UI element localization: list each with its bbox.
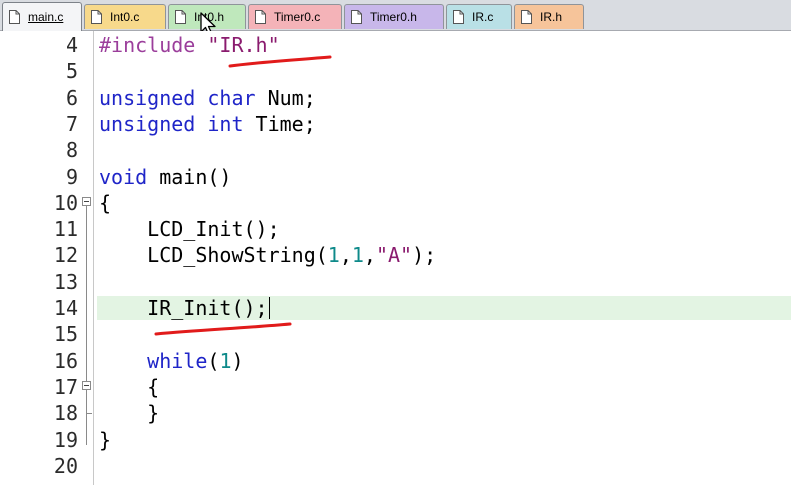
tab-label: main.c (28, 10, 64, 24)
tab-label: IR.h (540, 10, 563, 24)
tab-label: Int0.c (110, 10, 140, 24)
keyword: unsigned (99, 111, 196, 136)
line-number: 18 (53, 401, 78, 426)
line-number: 6 (65, 85, 78, 110)
fold-collapse-icon[interactable] (82, 380, 91, 390)
file-icon (351, 10, 362, 24)
tab-ir-c[interactable]: IR.c (446, 4, 512, 29)
code-text[interactable]: unsigned int Time; (99, 111, 316, 137)
code-text[interactable]: { (99, 374, 159, 400)
code-line[interactable]: 11 LCD_Init(); (0, 216, 791, 242)
tab-label: Timer0.h (370, 10, 417, 24)
line-number: 16 (53, 348, 78, 373)
code-text[interactable]: LCD_Init(); (99, 216, 279, 242)
file-icon (9, 10, 20, 24)
line-number: 5 (65, 59, 78, 84)
line-number: 12 (53, 243, 78, 268)
string-literal: "IR.h" (207, 33, 280, 57)
fold-collapse-icon[interactable] (82, 196, 91, 206)
code-line[interactable]: 16 while(1) (0, 348, 791, 374)
code-text[interactable]: IR_Init(); (99, 295, 270, 321)
code-line[interactable]: 17 { (0, 374, 791, 400)
file-tab-bar: main.c Int0.c Int0.h Timer0.c Timer0.h I… (0, 0, 791, 31)
code-line-current[interactable]: 14 IR_Init(); (0, 295, 791, 321)
code-text[interactable]: #include "IR.h" (99, 32, 280, 58)
string-literal: "A" (375, 243, 413, 268)
code-text[interactable]: } (99, 427, 111, 453)
code-text-content: IR_Init(); (99, 296, 268, 320)
tab-timer0-h[interactable]: Timer0.h (344, 4, 444, 29)
tab-main-c[interactable]: main.c (2, 2, 82, 31)
code-text[interactable]: void main() (99, 164, 231, 190)
line-number: 19 (53, 427, 78, 452)
code-text[interactable]: while(1) (99, 348, 243, 374)
code-line[interactable]: 5 (0, 58, 791, 84)
code-line[interactable]: 8 (0, 137, 791, 163)
number-literal: 1 (327, 243, 340, 268)
line-number: 4 (65, 33, 78, 57)
code-line[interactable]: 13 (0, 269, 791, 295)
line-number: 17 (53, 374, 78, 399)
line-number: 10 (53, 190, 78, 215)
preprocessor-directive: #include (99, 33, 196, 57)
code-text[interactable]: LCD_ShowString(1,1,"A"); (99, 242, 436, 268)
keyword: char (207, 85, 256, 110)
file-icon (255, 10, 266, 24)
keyword: unsigned (99, 85, 196, 110)
text-caret (268, 297, 270, 319)
fold-end-marker (86, 400, 92, 415)
file-icon (91, 10, 102, 24)
line-number: 13 (53, 269, 78, 294)
line-number: 9 (65, 164, 78, 189)
code-line[interactable]: 4 #include "IR.h" (0, 32, 791, 58)
code-line[interactable]: 6 unsigned char Num; (0, 85, 791, 111)
code-line[interactable]: 20 (0, 453, 791, 479)
tab-timer0-c[interactable]: Timer0.c (248, 4, 342, 29)
line-number: 11 (53, 217, 78, 242)
code-text[interactable]: } (99, 400, 159, 426)
code-line[interactable]: 15 (0, 321, 791, 347)
line-number: 15 (53, 322, 78, 347)
file-icon (521, 10, 532, 24)
line-number: 20 (53, 453, 78, 478)
number-literal: 1 (351, 243, 364, 268)
code-line[interactable]: 7 unsigned int Time; (0, 111, 791, 137)
code-line[interactable]: 12 LCD_ShowString(1,1,"A"); (0, 242, 791, 268)
code-text[interactable]: { (99, 190, 111, 216)
code-line[interactable]: 19 } (0, 427, 791, 453)
line-number: 8 (65, 138, 78, 163)
file-icon (175, 10, 186, 24)
code-text[interactable]: unsigned char Num; (99, 85, 316, 111)
file-icon (453, 10, 464, 24)
code-line[interactable]: 10 { (0, 190, 791, 216)
number-literal: 1 (219, 348, 232, 373)
line-number: 14 (53, 296, 78, 320)
keyword: void (99, 164, 148, 189)
tab-ir-h[interactable]: IR.h (514, 4, 584, 29)
keyword: int (207, 111, 244, 136)
code-line[interactable]: 9 void main() (0, 164, 791, 190)
keyword: while (147, 348, 208, 373)
tab-label: Timer0.c (274, 10, 321, 24)
tab-label: IR.c (472, 10, 494, 24)
tab-int0-c[interactable]: Int0.c (84, 4, 166, 29)
code-line[interactable]: 18 } (0, 400, 791, 426)
line-number: 7 (65, 111, 78, 136)
code-editor[interactable]: 4 #include "IR.h" 5 6 unsigned char Num;… (0, 31, 791, 485)
